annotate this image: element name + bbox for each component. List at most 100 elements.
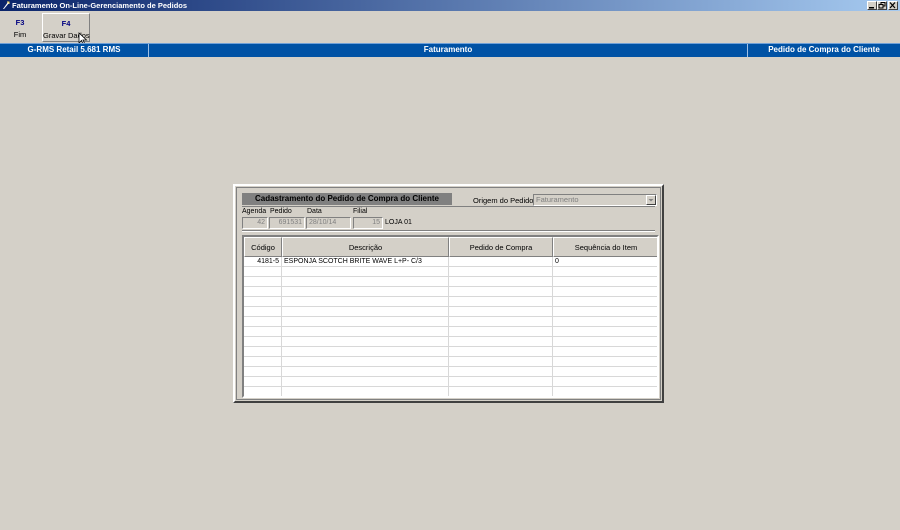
cell-descricao[interactable] (282, 387, 449, 396)
origem-select[interactable]: Faturamento (533, 194, 657, 206)
close-icon[interactable] (888, 1, 898, 10)
table-row[interactable] (244, 387, 657, 396)
cell-sequencia[interactable] (553, 307, 657, 317)
table-row[interactable] (244, 337, 657, 347)
cell-codigo[interactable] (244, 357, 282, 367)
cell-pedido-compra[interactable] (449, 307, 553, 317)
cell-descricao[interactable] (282, 297, 449, 307)
cell-descricao[interactable] (282, 307, 449, 317)
cell-pedido-compra[interactable] (449, 297, 553, 307)
table-row[interactable] (244, 287, 657, 297)
filial-name: LOJA 01 (385, 219, 412, 226)
panel-frame: Cadastramento do Pedido de Compra do Cli… (236, 187, 661, 400)
cell-descricao[interactable] (282, 347, 449, 357)
cell-sequencia[interactable]: 0 (553, 257, 657, 267)
module-header: G-RMS Retail 5.681 RMS Faturamento Pedid… (0, 43, 900, 57)
column-header-descricao[interactable]: Descrição (282, 237, 449, 257)
column-header-codigo[interactable]: Código (244, 237, 282, 257)
cell-descricao[interactable] (282, 367, 449, 377)
table-row[interactable] (244, 327, 657, 337)
cell-descricao[interactable] (282, 287, 449, 297)
cell-pedido-compra[interactable] (449, 367, 553, 377)
table-row[interactable] (244, 297, 657, 307)
table-row[interactable]: 4181-5 ESPONJA SCOTCH BRITE WAVE L+P- C/3… (244, 257, 657, 267)
column-header-pedido-compra[interactable]: Pedido de Compra (449, 237, 553, 257)
cell-sequencia[interactable] (553, 377, 657, 387)
agenda-field[interactable]: 42 (242, 217, 268, 229)
divider (242, 231, 655, 232)
cell-sequencia[interactable] (553, 287, 657, 297)
cell-descricao[interactable] (282, 337, 449, 347)
filial-field[interactable]: 15 (353, 217, 383, 229)
cell-codigo[interactable] (244, 327, 282, 337)
cell-descricao[interactable]: ESPONJA SCOTCH BRITE WAVE L+P- C/3 (282, 257, 449, 267)
cell-codigo[interactable] (244, 387, 282, 396)
exit-button[interactable]: F3 Fim (2, 13, 38, 42)
system-version: G-RMS Retail 5.681 RMS (27, 45, 121, 54)
cell-descricao[interactable] (282, 357, 449, 367)
origem-value: Faturamento (536, 195, 579, 204)
chevron-down-icon[interactable] (646, 195, 656, 205)
data-label: Data (307, 208, 322, 215)
cell-pedido-compra[interactable] (449, 287, 553, 297)
cell-codigo[interactable] (244, 377, 282, 387)
cell-codigo[interactable] (244, 297, 282, 307)
cell-descricao[interactable] (282, 317, 449, 327)
agenda-label: Agenda (242, 208, 267, 215)
minimize-icon[interactable] (867, 1, 877, 10)
cell-pedido-compra[interactable] (449, 377, 553, 387)
table-row[interactable] (244, 377, 657, 387)
cell-pedido-compra[interactable] (449, 267, 553, 277)
cell-descricao[interactable] (282, 267, 449, 277)
table-row[interactable] (244, 317, 657, 327)
items-grid[interactable]: Código Descrição Pedido de Compra Sequên… (242, 235, 659, 398)
origem-label: Origem do Pedido: (473, 196, 536, 205)
pedido-label: Pedido (270, 208, 292, 215)
table-row[interactable] (244, 267, 657, 277)
cell-pedido-compra[interactable] (449, 387, 553, 396)
table-row[interactable] (244, 347, 657, 357)
cell-codigo[interactable] (244, 367, 282, 377)
cell-sequencia[interactable] (553, 267, 657, 277)
cell-sequencia[interactable] (553, 277, 657, 287)
cell-pedido-compra[interactable] (449, 277, 553, 287)
cell-codigo[interactable] (244, 347, 282, 357)
cell-descricao[interactable] (282, 327, 449, 337)
cell-codigo[interactable]: 4181-5 (244, 257, 282, 267)
cell-codigo[interactable] (244, 267, 282, 277)
cell-sequencia[interactable] (553, 317, 657, 327)
order-form-panel: Cadastramento do Pedido de Compra do Cli… (233, 184, 664, 403)
pedido-field[interactable]: 691531 (269, 217, 305, 229)
cell-sequencia[interactable] (553, 367, 657, 377)
cell-pedido-compra[interactable] (449, 327, 553, 337)
cell-codigo[interactable] (244, 307, 282, 317)
cell-sequencia[interactable] (553, 357, 657, 367)
table-row[interactable] (244, 357, 657, 367)
cell-pedido-compra[interactable] (449, 257, 553, 267)
cell-pedido-compra[interactable] (449, 347, 553, 357)
cell-pedido-compra[interactable] (449, 357, 553, 367)
form-caption: Cadastramento do Pedido de Compra do Cli… (242, 193, 452, 205)
data-field[interactable]: 28/10/14 (306, 217, 351, 229)
cell-codigo[interactable] (244, 317, 282, 327)
table-row[interactable] (244, 367, 657, 377)
cell-pedido-compra[interactable] (449, 317, 553, 327)
cell-sequencia[interactable] (553, 297, 657, 307)
app-icon (3, 1, 10, 9)
cell-descricao[interactable] (282, 277, 449, 287)
cell-codigo[interactable] (244, 337, 282, 347)
divider (242, 206, 655, 207)
cell-codigo[interactable] (244, 287, 282, 297)
column-header-sequencia[interactable]: Sequência do Item (553, 237, 657, 257)
table-row[interactable] (244, 307, 657, 317)
cell-codigo[interactable] (244, 277, 282, 287)
cell-descricao[interactable] (282, 377, 449, 387)
exit-label: Fim (13, 30, 27, 39)
table-row[interactable] (244, 277, 657, 287)
cell-sequencia[interactable] (553, 327, 657, 337)
cell-pedido-compra[interactable] (449, 337, 553, 347)
cell-sequencia[interactable] (553, 337, 657, 347)
cell-sequencia[interactable] (553, 347, 657, 357)
restore-icon[interactable] (877, 1, 887, 10)
cell-sequencia[interactable] (553, 387, 657, 396)
